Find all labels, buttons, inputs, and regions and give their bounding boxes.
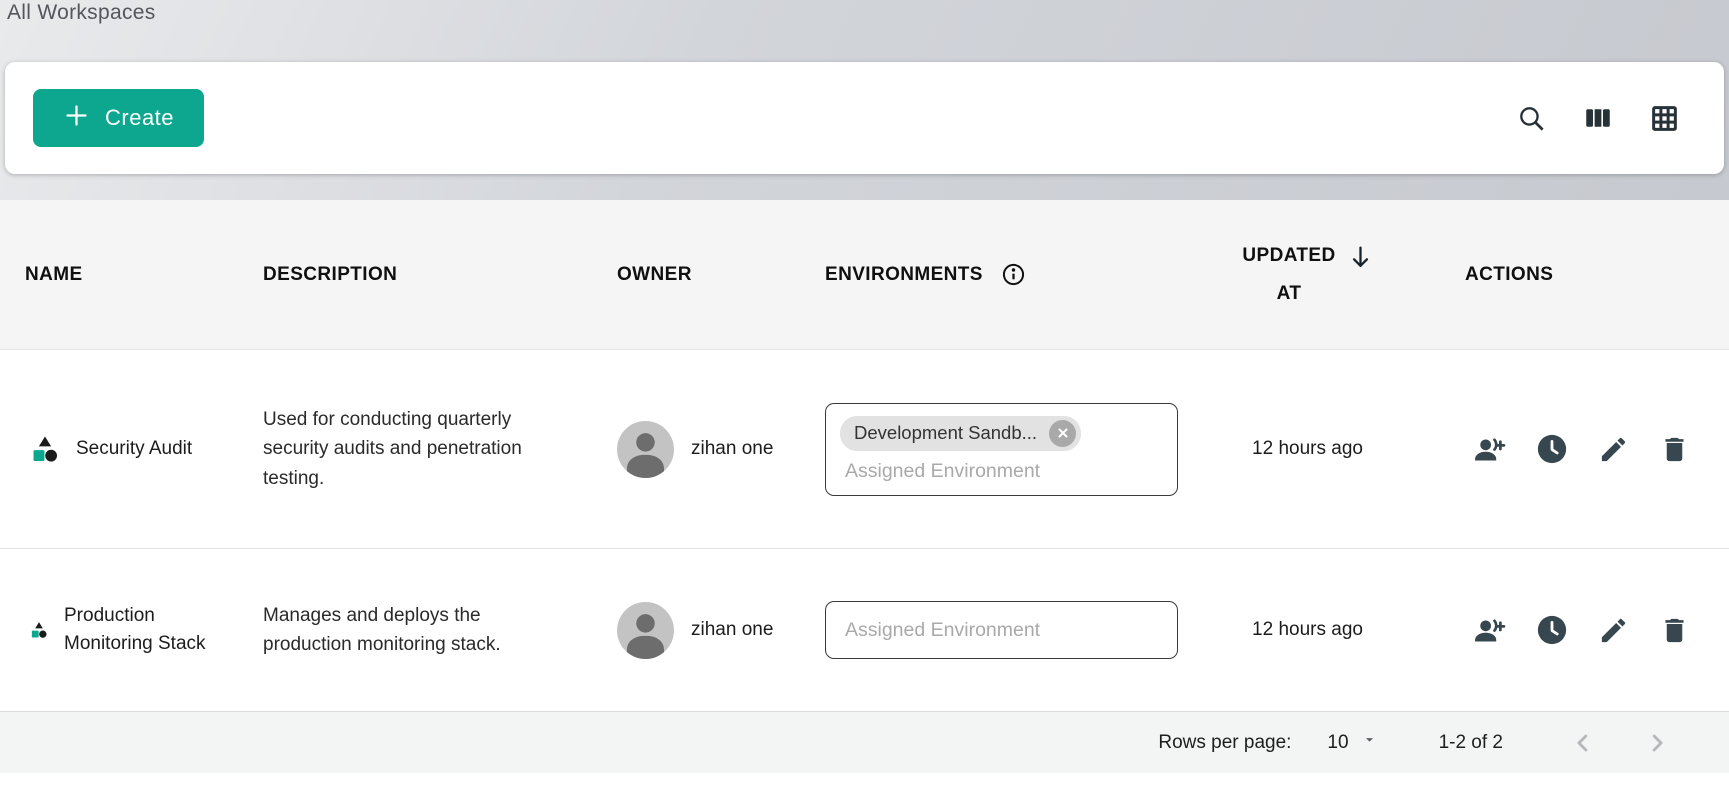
column-header-description: DESCRIPTION bbox=[263, 264, 617, 286]
search-icon[interactable] bbox=[1516, 103, 1547, 134]
owner-cell: zihan one bbox=[617, 602, 825, 659]
next-page-icon[interactable] bbox=[1643, 729, 1671, 757]
plus-icon bbox=[63, 102, 90, 135]
rows-per-page-value: 10 bbox=[1327, 732, 1348, 754]
table-header: NAME DESCRIPTION OWNER ENVIRONMENTS UPDA… bbox=[0, 200, 1729, 350]
avatar bbox=[617, 421, 674, 478]
workspaces-page: All Workspaces Create bbox=[0, 0, 1729, 773]
updated-at-value: 12 hours ago bbox=[1200, 438, 1415, 460]
delete-trash-icon[interactable] bbox=[1659, 434, 1690, 465]
history-clock-icon[interactable] bbox=[1536, 433, 1568, 465]
column-header-name: NAME bbox=[25, 264, 263, 286]
rows-per-page-select[interactable]: 10 bbox=[1321, 730, 1383, 755]
environment-placeholder: Assigned Environment bbox=[840, 619, 1040, 642]
rows-per-page-label: Rows per page: bbox=[1158, 732, 1291, 754]
pagination-range: 1-2 of 2 bbox=[1439, 732, 1503, 754]
table-pagination: Rows per page: 10 1-2 of 2 bbox=[0, 711, 1729, 773]
toolbar-icons bbox=[1516, 103, 1680, 134]
workspace-description: Manages and deploys the production monit… bbox=[263, 601, 568, 660]
workspace-shapes-icon bbox=[29, 620, 49, 640]
table-row: Production Monitoring Stack Manages and … bbox=[0, 548, 1729, 711]
workspace-description: Used for conducting quarterly security a… bbox=[263, 405, 568, 493]
column-header-environments: ENVIRONMENTS bbox=[825, 262, 1200, 287]
edit-pencil-icon[interactable] bbox=[1598, 615, 1629, 646]
grid-icon[interactable] bbox=[1649, 103, 1680, 134]
column-header-owner: OWNER bbox=[617, 264, 825, 286]
person-add-icon[interactable] bbox=[1473, 433, 1506, 466]
environment-chip: Development Sandb... bbox=[840, 416, 1081, 451]
create-button[interactable]: Create bbox=[33, 89, 204, 147]
avatar bbox=[617, 602, 674, 659]
workspace-name[interactable]: Production Monitoring Stack bbox=[64, 602, 219, 657]
create-button-label: Create bbox=[105, 105, 174, 131]
column-header-actions: ACTIONS bbox=[1415, 264, 1729, 286]
caret-down-icon bbox=[1361, 731, 1378, 754]
page-title: All Workspaces bbox=[7, 1, 156, 25]
sort-desc-arrow-icon[interactable] bbox=[1348, 237, 1373, 277]
updated-at-value: 12 hours ago bbox=[1200, 619, 1415, 641]
row-actions bbox=[1415, 433, 1729, 466]
workspace-name-cell: Production Monitoring Stack bbox=[25, 602, 263, 657]
person-add-icon[interactable] bbox=[1473, 614, 1506, 647]
owner-name: zihan one bbox=[691, 438, 773, 460]
column-header-updated-at[interactable]: UPDATED AT bbox=[1200, 237, 1415, 313]
edit-pencil-icon[interactable] bbox=[1598, 434, 1629, 465]
chip-remove-icon[interactable] bbox=[1049, 420, 1076, 447]
row-actions bbox=[1415, 614, 1729, 647]
workspace-name-cell: Security Audit bbox=[25, 433, 263, 465]
owner-name: zihan one bbox=[691, 619, 773, 641]
assigned-environment-select[interactable]: Development Sandb... Assigned Environmen… bbox=[825, 403, 1178, 496]
workspace-shapes-icon bbox=[29, 433, 61, 465]
info-icon[interactable] bbox=[1001, 262, 1026, 287]
table-row: Security Audit Used for conducting quart… bbox=[0, 350, 1729, 548]
environment-placeholder: Assigned Environment bbox=[840, 460, 1163, 483]
assigned-environment-select[interactable]: Assigned Environment bbox=[825, 601, 1178, 659]
columns-icon[interactable] bbox=[1583, 103, 1613, 133]
history-clock-icon[interactable] bbox=[1536, 614, 1568, 646]
toolbar: Create bbox=[5, 62, 1724, 174]
previous-page-icon[interactable] bbox=[1569, 729, 1597, 757]
owner-cell: zihan one bbox=[617, 421, 825, 478]
page-header: All Workspaces Create bbox=[0, 0, 1729, 200]
delete-trash-icon[interactable] bbox=[1659, 615, 1690, 646]
environment-chip-label: Development Sandb... bbox=[854, 422, 1037, 444]
workspace-name[interactable]: Security Audit bbox=[76, 435, 192, 463]
